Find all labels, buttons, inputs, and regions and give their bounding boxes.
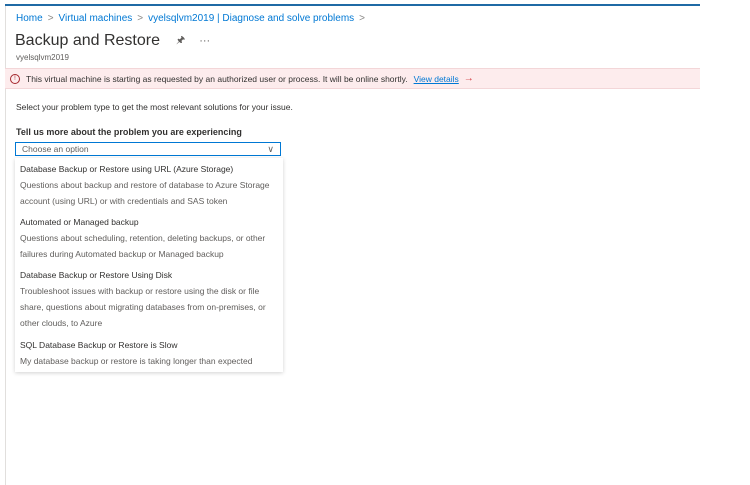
chevron-down-icon: ∨: [267, 144, 274, 154]
status-banner: ! This virtual machine is starting as re…: [5, 68, 700, 89]
option-title: Automated or Managed backup: [20, 217, 139, 227]
breadcrumb-virtual-machines[interactable]: Virtual machines: [59, 13, 133, 24]
option-title: SQL Database Backup or Restore is Slow: [20, 340, 178, 350]
option-backup-url[interactable]: Database Backup or Restore using URL (Az…: [20, 161, 282, 209]
chevron-right-icon: >: [359, 13, 366, 24]
page-title: Backup and Restore: [15, 32, 160, 49]
breadcrumb: Home > Virtual machines > vyelsqlvm2019 | Di…: [16, 13, 370, 24]
dropdown-options-list: Database Backup or Restore using URL (Az…: [15, 158, 283, 372]
view-details-link[interactable]: View details: [414, 74, 459, 84]
option-description: My database backup or restore is taking …: [20, 356, 253, 366]
option-title: Database Backup or Restore Using Disk: [20, 270, 173, 280]
pin-icon[interactable]: 🖈︎: [176, 33, 185, 50]
breadcrumb-home[interactable]: Home: [16, 13, 43, 24]
top-accent-line: [5, 4, 700, 6]
option-backup-slow[interactable]: SQL Database Backup or Restore is Slow M…: [20, 337, 282, 369]
problem-question-label: Tell us more about the problem you are e…: [16, 127, 242, 137]
option-description: Questions about backup and restore of da…: [20, 180, 270, 206]
breadcrumb-vm-diagnose[interactable]: vyelsqlvm2019 | Diagnose and solve probl…: [148, 13, 354, 24]
option-title: Database Backup or Restore using URL (Az…: [20, 164, 234, 174]
option-automated-backup[interactable]: Automated or Managed backup Questions ab…: [20, 214, 282, 262]
dropdown-placeholder: Choose an option: [22, 144, 89, 154]
option-backup-disk[interactable]: Database Backup or Restore Using Disk Tr…: [20, 267, 282, 331]
intro-text: Select your problem type to get the most…: [16, 102, 293, 112]
error-info-icon: !: [10, 73, 20, 84]
banner-message: This virtual machine is starting as requ…: [26, 73, 408, 84]
problem-type-dropdown[interactable]: Choose an option ∨: [15, 142, 281, 156]
more-icon[interactable]: ···: [199, 35, 210, 47]
page-subtitle: vyelsqlvm2019: [16, 53, 69, 62]
arrow-right-icon[interactable]: →: [464, 73, 474, 84]
option-description: Questions about scheduling, retention, d…: [20, 233, 266, 259]
chevron-right-icon: >: [47, 13, 54, 24]
option-description: Troubleshoot issues with backup or resto…: [20, 286, 266, 328]
chevron-right-icon: >: [137, 13, 144, 24]
